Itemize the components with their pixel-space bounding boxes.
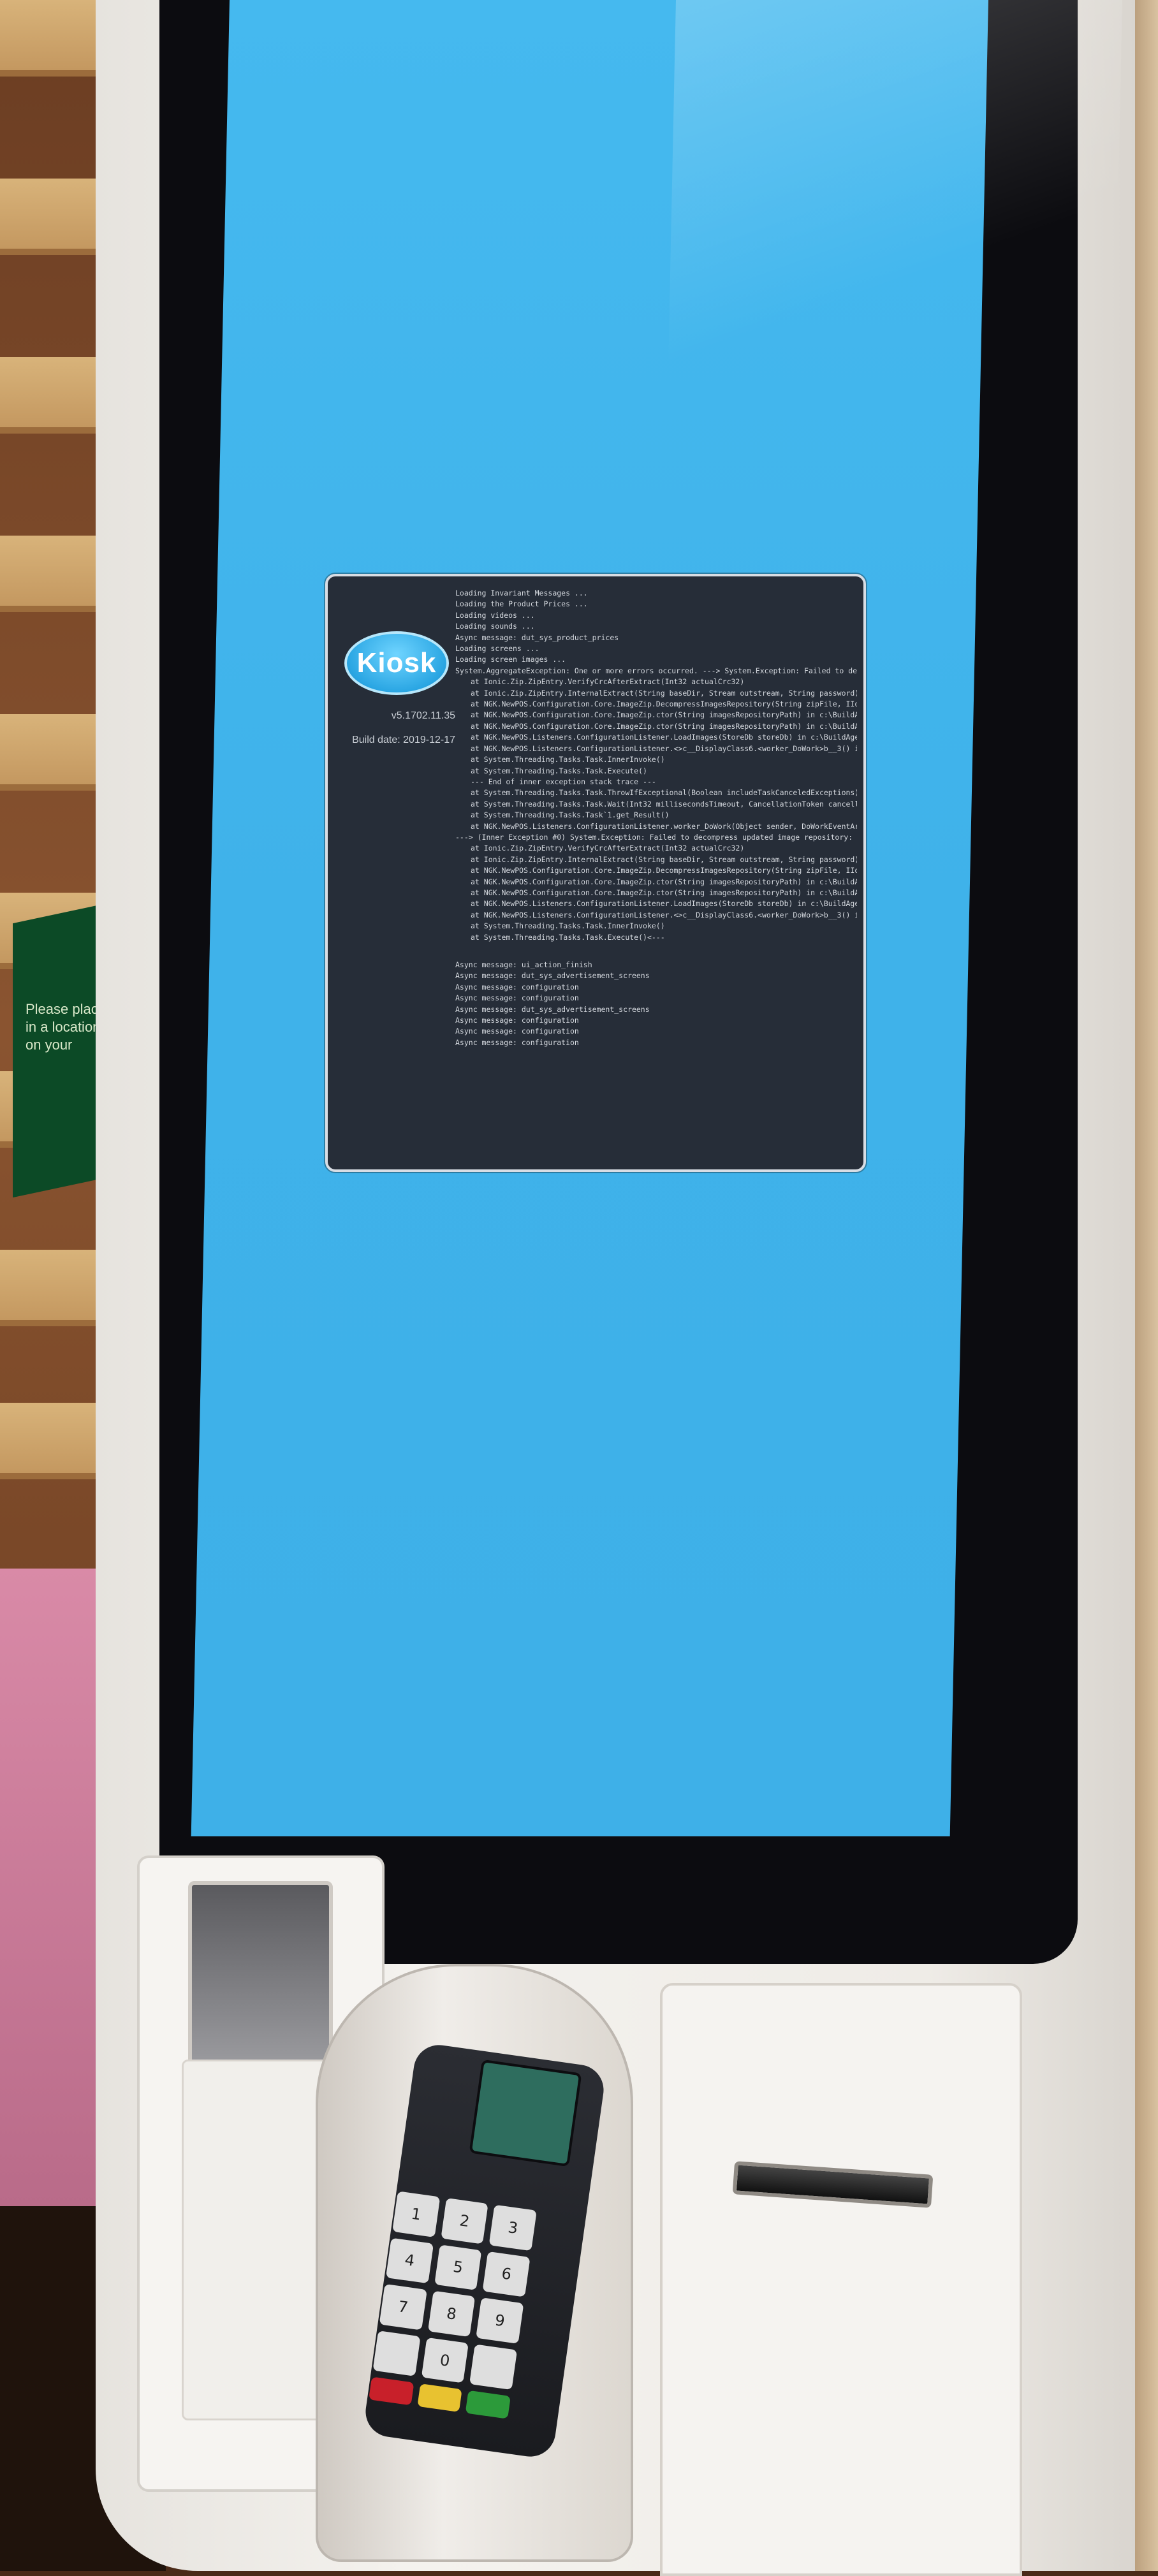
log-line: at Ionic.Zip.ZipEntry.VerifyCrcAfterExtr…	[471, 677, 745, 687]
log-line: at System.Threading.Tasks.Task`1.get_Res…	[471, 810, 670, 820]
log-line: at NGK.NewPOS.Configuration.Core.ImageZi…	[471, 710, 857, 720]
log-line: Loading screen images ...	[455, 655, 566, 664]
scanner-window	[188, 1881, 333, 2067]
key-8[interactable]: 8	[427, 2290, 476, 2337]
log-line: at NGK.NewPOS.Listeners.ConfigurationLis…	[471, 821, 857, 831]
async-line: Async message: dut_sys_advertisement_scr…	[455, 971, 650, 981]
log-line: Loading sounds ...	[455, 622, 535, 631]
key-blank[interactable]	[372, 2330, 421, 2377]
log-line: ---> (Inner Exception #0) System.Excepti…	[455, 832, 857, 842]
right-compartment	[660, 1983, 1022, 2576]
log-line: at NGK.NewPOS.Configuration.Core.ImageZi…	[471, 888, 857, 897]
log-line: System.AggregateException: One or more e…	[455, 666, 857, 675]
log-line: at NGK.NewPOS.Configuration.Core.ImageZi…	[471, 866, 857, 875]
async-line: Async message: configuration	[455, 1016, 579, 1025]
payment-keypad: 1 2 3 4 5 6 7 8 9 0	[369, 2191, 537, 2419]
log-line: at Ionic.Zip.ZipEntry.VerifyCrcAfterExtr…	[471, 844, 745, 853]
log-line: --- End of inner exception stack trace -…	[471, 777, 656, 786]
log-line: Loading videos ...	[455, 610, 535, 620]
log-line: Async message: dut_sys_product_prices	[455, 633, 619, 642]
log-line: at NGK.NewPOS.Listeners.ConfigurationLis…	[471, 743, 857, 753]
version-label: v5.1702.11.35	[391, 710, 455, 721]
log-line: at System.Threading.Tasks.Task.Execute()…	[471, 932, 665, 942]
log-line: at NGK.NewPOS.Listeners.ConfigurationLis…	[471, 733, 857, 742]
error-log: Loading Invariant Messages ... Loading t…	[455, 588, 857, 1048]
log-line: at Ionic.Zip.ZipEntry.InternalExtract(St…	[471, 854, 857, 864]
screen-glare	[666, 0, 1122, 446]
log-line: at System.Threading.Tasks.Task.Wait(Int3…	[471, 799, 857, 809]
kiosk-logo: Kiosk	[344, 631, 449, 695]
payment-terminal-screen	[469, 2059, 582, 2167]
async-line: Async message: configuration	[455, 982, 579, 992]
log-line: Loading the Product Prices ...	[455, 599, 588, 609]
async-line: Async message: configuration	[455, 993, 579, 1003]
log-line: at NGK.NewPOS.Listeners.ConfigurationLis…	[471, 910, 857, 919]
key-blank[interactable]	[469, 2344, 518, 2390]
async-line: Async message: ui_action_finish	[455, 960, 592, 969]
log-line: at Ionic.Zip.ZipEntry.InternalExtract(St…	[471, 688, 857, 698]
log-line: at NGK.NewPOS.Listeners.ConfigurationLis…	[471, 899, 857, 909]
key-7[interactable]: 7	[379, 2284, 427, 2331]
log-line: at System.Threading.Tasks.Task.ThrowIfEx…	[471, 788, 857, 798]
async-line: Async message: dut_sys_advertisement_scr…	[455, 1004, 650, 1014]
log-line: Loading screens ...	[455, 644, 539, 654]
log-line: Loading Invariant Messages ...	[455, 589, 588, 597]
key-9[interactable]: 9	[476, 2297, 524, 2344]
log-line: at NGK.NewPOS.Configuration.Core.ImageZi…	[471, 877, 857, 886]
async-line: Async message: configuration	[455, 1027, 579, 1036]
async-line: Async message: configuration	[455, 1037, 579, 1047]
key-1[interactable]: 1	[392, 2191, 441, 2237]
error-panel: Kiosk v5.1702.11.35 Build date: 2019-12-…	[325, 574, 866, 1172]
log-line: at System.Threading.Tasks.Task.Execute()	[471, 766, 647, 775]
log-line: at System.Threading.Tasks.Task.InnerInvo…	[471, 921, 665, 931]
log-line: at System.Threading.Tasks.Task.InnerInvo…	[471, 755, 665, 765]
right-wall	[1132, 0, 1158, 2571]
key-3[interactable]: 3	[489, 2204, 537, 2251]
key-5[interactable]: 5	[434, 2244, 482, 2291]
pink-wall	[0, 1569, 108, 2206]
log-line: at NGK.NewPOS.Configuration.Core.ImageZi…	[471, 699, 857, 709]
key-0[interactable]: 0	[421, 2337, 469, 2383]
log-line: at NGK.NewPOS.Configuration.Core.ImageZi…	[471, 721, 857, 731]
key-2[interactable]: 2	[441, 2197, 488, 2244]
key-4[interactable]: 4	[385, 2237, 434, 2284]
key-6[interactable]: 6	[482, 2251, 531, 2297]
build-date-label: Build date: 2019-12-17	[352, 735, 455, 745]
